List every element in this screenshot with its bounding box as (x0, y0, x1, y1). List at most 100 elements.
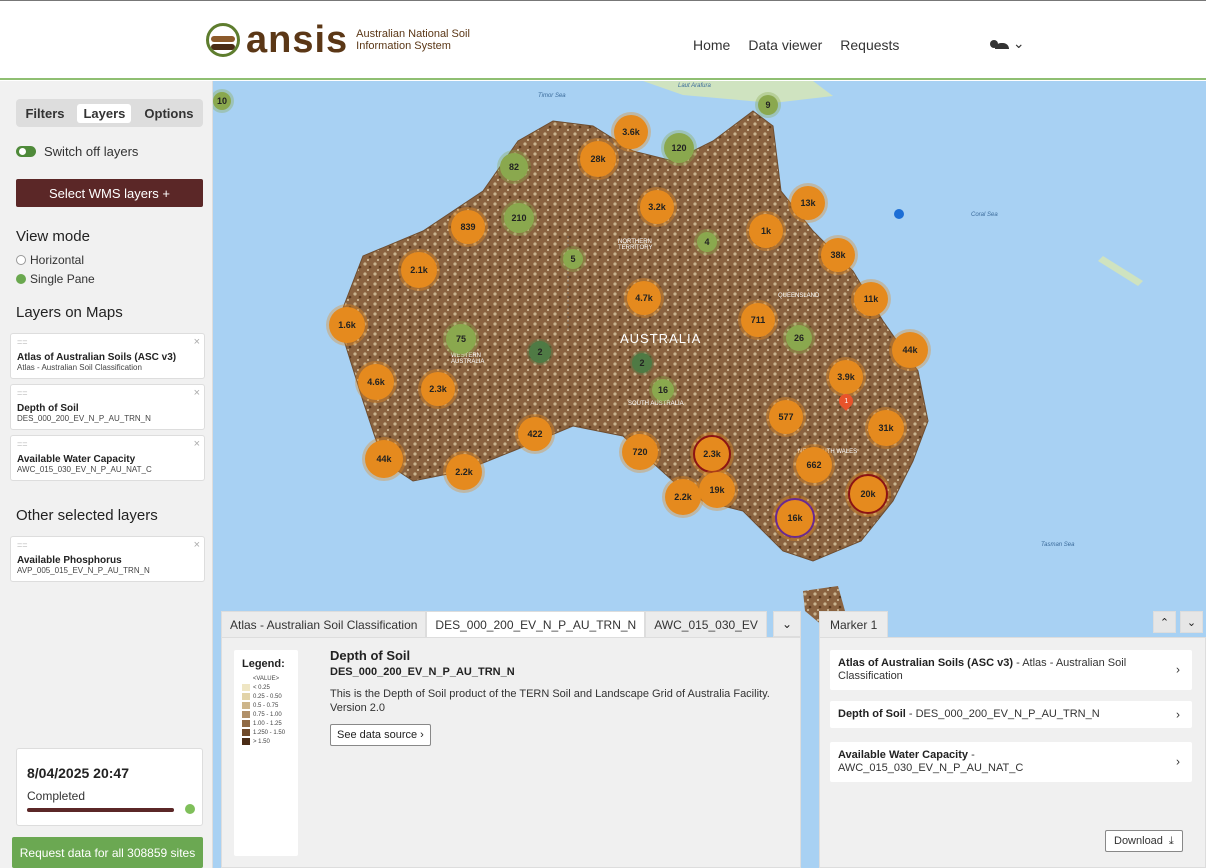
cluster-marker[interactable]: 9 (758, 95, 778, 115)
other-layers-title: Other selected layers (16, 507, 158, 524)
cluster-marker[interactable]: 4.6k (358, 364, 394, 400)
cluster-marker[interactable]: 38k (821, 238, 855, 272)
cluster-marker[interactable]: 26 (786, 325, 812, 351)
cluster-marker[interactable]: 1.6k (329, 307, 365, 343)
cluster-marker[interactable]: 44k (365, 440, 403, 478)
cluster-marker[interactable]: 16 (652, 379, 674, 401)
cluster-marker[interactable]: 2.2k (446, 454, 482, 490)
cluster-marker[interactable]: 120 (664, 133, 694, 163)
cluster-marker[interactable]: 2.3k (421, 372, 455, 406)
close-icon[interactable]: × (194, 387, 200, 399)
cluster-marker-highlighted[interactable]: 16k (775, 498, 815, 538)
chevron-down-icon[interactable]: ⌄ (1180, 611, 1203, 633)
cluster-marker[interactable]: 44k (892, 332, 928, 368)
cluster-marker[interactable]: 31k (868, 410, 904, 446)
layer-description: This is the Depth of Soil product of the… (330, 688, 770, 714)
close-icon[interactable]: × (194, 438, 200, 450)
layer-card[interactable]: == × Available Water Capacity AWC_015_03… (10, 435, 205, 481)
tab-awc[interactable]: AWC_015_030_EV (645, 611, 767, 637)
status-label: Completed (27, 789, 86, 803)
cluster-marker[interactable]: 711 (741, 303, 775, 337)
cluster-marker[interactable]: 3.2k (640, 190, 674, 224)
place-label: QUEENSLAND (778, 293, 820, 299)
pin-label: 1 (844, 397, 848, 405)
marker-layer-row[interactable]: Depth of Soil - DES_000_200_EV_N_P_AU_TR… (830, 701, 1192, 728)
legend-value-label: <VALUE> (252, 676, 280, 682)
other-layer-card[interactable]: == × Available Phosphorus AVP_005_015_EV… (10, 536, 205, 582)
legend-item: > 1.50 (242, 738, 290, 745)
layer-card[interactable]: == × Depth of Soil DES_000_200_EV_N_P_AU… (10, 384, 205, 430)
radio-selected-icon (16, 274, 26, 284)
legend-label: 0.75 - 1.00 (253, 711, 282, 718)
cluster-marker[interactable]: 82 (500, 153, 528, 181)
ansis-logo[interactable]: ansis Australian National Soil Informati… (206, 19, 516, 61)
see-data-source-button[interactable]: See data source › (330, 724, 431, 746)
tab-atlas[interactable]: Atlas - Australian Soil Classification (221, 611, 427, 637)
cluster-marker[interactable]: 2.2k (665, 479, 701, 515)
cluster-marker[interactable]: 2 (529, 341, 551, 363)
cluster-marker[interactable]: 2 (632, 353, 652, 373)
chevron-up-icon[interactable]: ⌃ (1153, 611, 1176, 633)
cluster-marker[interactable]: 720 (622, 434, 658, 470)
cluster-marker[interactable]: 839 (451, 210, 485, 244)
layer-name: Available Phosphorus (17, 555, 122, 566)
toggle-switch[interactable] (16, 146, 36, 157)
cluster-marker[interactable]: 11k (854, 282, 888, 316)
logo-word: ansis (246, 19, 349, 61)
close-icon[interactable]: × (194, 336, 200, 348)
marker-layer-row[interactable]: Atlas of Australian Soils (ASC v3) - Atl… (830, 650, 1192, 690)
cluster-marker[interactable]: 1k (749, 214, 783, 248)
layer-code: DES_000_200_EV_N_P_AU_TRN_N (17, 414, 151, 423)
drag-handle-icon[interactable]: == (17, 389, 198, 398)
legend-swatch (242, 738, 250, 745)
tab-depth-of-soil[interactable]: DES_000_200_EV_N_P_AU_TRN_N (426, 611, 646, 637)
location-dot-icon (894, 209, 904, 219)
chevron-down-icon[interactable]: ⌄ (773, 611, 801, 637)
radio-horizontal[interactable]: Horizontal (16, 253, 84, 267)
close-icon[interactable]: × (194, 539, 200, 551)
cluster-marker[interactable]: 13k (791, 186, 825, 220)
cluster-marker[interactable]: 210 (504, 203, 534, 233)
tab-options[interactable]: Options (138, 104, 199, 123)
cluster-marker[interactable]: 4.7k (627, 281, 661, 315)
tab-marker-1[interactable]: Marker 1 (819, 611, 889, 637)
cluster-marker[interactable]: 4 (697, 232, 717, 252)
layer-name: Available Water Capacity (17, 454, 136, 465)
cluster-marker[interactable]: 3.9k (829, 360, 863, 394)
legend-swatch (242, 702, 250, 709)
nav-data-viewer[interactable]: Data viewer (748, 37, 822, 53)
chevron-right-icon: › (1176, 754, 1180, 769)
progress-fill (27, 808, 174, 812)
request-data-button[interactable]: Request data for all 308859 sites (12, 837, 203, 868)
switch-off-layers[interactable]: Switch off layers (16, 144, 138, 159)
user-menu[interactable]: ⌄ (990, 35, 1025, 52)
cluster-marker[interactable]: 19k (699, 472, 735, 508)
download-button[interactable]: Download ⤓ (1105, 830, 1183, 852)
nav-requests[interactable]: Requests (840, 37, 899, 53)
layer-card[interactable]: == × Atlas of Australian Soils (ASC v3) … (10, 333, 205, 379)
cluster-marker[interactable]: 577 (769, 400, 803, 434)
drag-handle-icon[interactable]: == (17, 338, 198, 347)
nav-home[interactable]: Home (693, 37, 730, 53)
cluster-marker[interactable]: 422 (518, 417, 552, 451)
cluster-marker[interactable]: 2.1k (401, 252, 437, 288)
tab-filters[interactable]: Filters (19, 104, 70, 123)
tab-layers[interactable]: Layers (77, 103, 132, 123)
cluster-marker[interactable]: 75 (446, 324, 476, 354)
radio-single-pane[interactable]: Single Pane (16, 272, 95, 286)
cluster-marker-selected[interactable]: 20k (848, 474, 888, 514)
drag-handle-icon[interactable]: == (17, 440, 198, 449)
cluster-badge[interactable]: 10 (213, 92, 231, 110)
cluster-marker[interactable]: 662 (796, 447, 832, 483)
drag-handle-icon[interactable]: == (17, 541, 198, 550)
new-caledonia (1098, 256, 1143, 286)
marker-layer-row[interactable]: Available Water Capacity - AWC_015_030_E… (830, 742, 1192, 782)
cluster-marker[interactable]: 5 (563, 249, 583, 269)
map-view[interactable]: Timor Sea Laut Arafura Coral Sea Tasman … (213, 81, 1206, 868)
cluster-marker[interactable]: 28k (580, 141, 616, 177)
row-name: Atlas of Australian Soils (ASC v3) (838, 657, 1014, 669)
cluster-marker[interactable]: 3.6k (614, 115, 648, 149)
cluster-marker-selected[interactable]: 2.3k (693, 435, 731, 473)
select-wms-layers-button[interactable]: Select WMS layers + (16, 179, 203, 207)
sea-label: Timor Sea (538, 93, 566, 99)
